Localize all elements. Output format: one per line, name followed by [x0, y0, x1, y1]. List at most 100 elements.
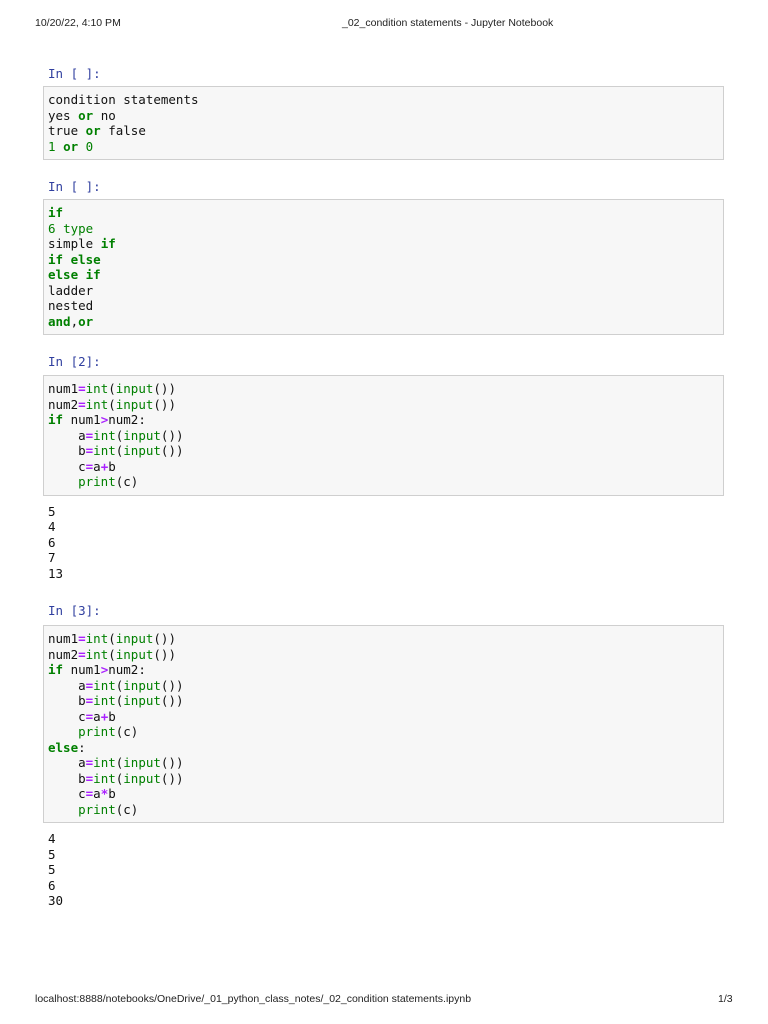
- code-token: (c): [115, 801, 139, 817]
- code-token: nested: [48, 298, 94, 313]
- code-token: print: [78, 801, 116, 817]
- code-token: int: [93, 755, 116, 770]
- code-input-area[interactable]: num1=int(input()) num2=int(input()) if num…: [43, 625, 724, 823]
- code-line: and,or: [48, 314, 719, 330]
- code-token: type: [63, 220, 94, 236]
- code-line: if num1>num2:: [48, 662, 719, 678]
- page-title: _02_condition statements - Jupyter Noteb…: [342, 17, 554, 29]
- output-line: 7: [48, 550, 56, 565]
- code-line: b=int(input()): [48, 443, 719, 459]
- output-line: 13: [48, 565, 64, 581]
- code-input-area[interactable]: num1=int(input()) num2=int(input()) if num…: [43, 375, 724, 496]
- code-line: print(c): [48, 474, 719, 490]
- code-token: a: [48, 755, 86, 770]
- code-token: if: [85, 267, 101, 282]
- code-token: ladder: [48, 282, 94, 298]
- code-token: ()): [153, 646, 176, 662]
- code-token: b: [108, 458, 116, 474]
- print-datetime: 10/20/22, 4:10 PM: [35, 17, 121, 29]
- code-line: num1=int(input()): [48, 631, 719, 647]
- code-token: (: [108, 381, 116, 396]
- code-token: input: [123, 755, 161, 770]
- code-line: ladder: [48, 283, 719, 299]
- code-token: input: [115, 646, 154, 662]
- page-number: 1/3: [718, 993, 733, 1005]
- code-token: yes: [48, 107, 79, 123]
- code-token: int: [93, 770, 116, 786]
- page-url: localhost:8888/notebooks/OneDrive/_01_py…: [35, 993, 472, 1005]
- code-token: if: [48, 251, 64, 267]
- code-token: input: [123, 427, 161, 443]
- code-token: (: [108, 646, 116, 662]
- code-token: c: [48, 708, 86, 724]
- code-token: if: [48, 205, 64, 220]
- code-token: =: [78, 381, 86, 396]
- code-token: num1: [48, 381, 79, 396]
- cell-prompt: In [ ]:: [48, 179, 101, 194]
- code-token: if: [48, 662, 64, 677]
- code-token: input: [123, 693, 161, 708]
- code-line: c=a*b: [48, 786, 719, 802]
- code-token: else: [70, 251, 101, 267]
- code-token: num2: [48, 396, 79, 412]
- code-token: b: [48, 443, 86, 458]
- code-token: condition statements: [48, 92, 199, 107]
- code-token: (: [108, 396, 116, 412]
- code-token: int: [85, 631, 109, 646]
- code-token: (c): [115, 474, 139, 489]
- code-token: b: [108, 786, 116, 801]
- code-token: 0: [85, 138, 94, 154]
- code-token: int: [85, 381, 109, 396]
- code-token: int: [93, 677, 116, 693]
- code-line: a=int(input()): [48, 755, 719, 771]
- code-token: num2: [48, 646, 79, 662]
- code-token: no: [93, 107, 116, 123]
- cell-prompt: In [ ]:: [48, 66, 101, 81]
- code-token: =: [78, 396, 86, 412]
- code-line: else:: [48, 740, 719, 756]
- code-token: b: [48, 770, 86, 786]
- cell-output: 4 5 5 6 30: [48, 831, 63, 909]
- output-line: 6: [48, 877, 56, 893]
- code-token: c: [48, 786, 86, 801]
- code-token: 6: [48, 220, 56, 236]
- code-token: or: [63, 138, 79, 154]
- code-token: ()): [160, 427, 184, 443]
- code-line: num2=int(input()): [48, 397, 719, 413]
- code-token: a: [48, 677, 86, 693]
- code-token: a: [93, 458, 101, 474]
- code-token: ()): [153, 381, 176, 396]
- code-token: and: [48, 313, 71, 329]
- code-token: int: [85, 646, 109, 662]
- code-token: b: [48, 693, 86, 708]
- code-token: or: [78, 313, 94, 329]
- code-input-area[interactable]: if 6 type simple if if else else if ladder nes…: [43, 199, 724, 335]
- cell-prompt: In [3]:: [48, 603, 101, 618]
- code-token: if: [48, 412, 64, 427]
- code-token: a: [93, 786, 101, 801]
- code-line: if num1>num2:: [48, 412, 719, 428]
- code-line: else if: [48, 267, 719, 283]
- code-token: ()): [160, 770, 184, 786]
- output-line: 30: [48, 893, 64, 908]
- code-line: c=a+b: [48, 459, 719, 475]
- code-token: :: [78, 739, 86, 755]
- code-line: b=int(input()): [48, 693, 719, 709]
- code-token: int: [93, 427, 116, 443]
- code-token: ()): [160, 755, 184, 770]
- code-line: 6 type: [48, 221, 719, 237]
- code-line: yes or no: [48, 108, 719, 124]
- code-token: num1: [63, 412, 101, 427]
- code-token: 1: [48, 138, 56, 154]
- code-token: print: [78, 474, 116, 489]
- code-token: =: [78, 646, 86, 662]
- code-token: true: [48, 123, 86, 138]
- code-input-area[interactable]: condition statements yes or no true or fal…: [43, 86, 724, 160]
- code-token: (: [108, 631, 116, 646]
